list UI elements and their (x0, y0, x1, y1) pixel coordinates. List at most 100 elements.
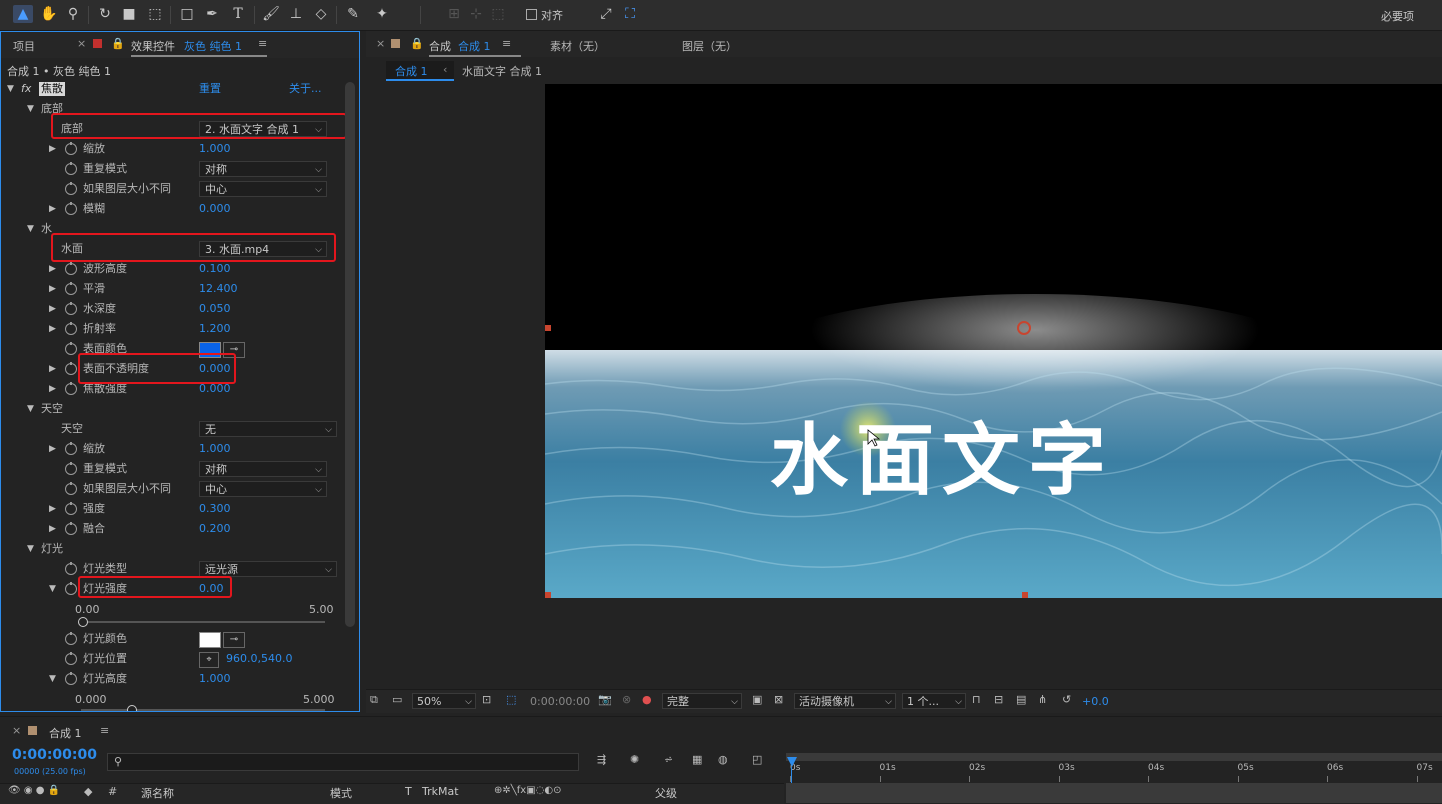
zoom-dropdown[interactable]: 50% ⌵ (412, 693, 476, 709)
refraction-value[interactable]: 1.200 (199, 319, 231, 339)
quality-dropdown[interactable]: 完整 ⌵ (662, 693, 742, 709)
pen-tool-icon[interactable]: ✒ (203, 5, 221, 23)
col-source-name[interactable]: 源名称 (141, 785, 174, 801)
stopwatch-icon[interactable] (65, 632, 77, 645)
effect-name[interactable]: 焦散 (39, 82, 65, 96)
stopwatch-icon[interactable] (65, 362, 77, 375)
tab-layer[interactable]: 图层（无） (682, 38, 737, 54)
slider-thumb[interactable] (127, 705, 137, 711)
reset-exposure-icon[interactable]: ⊟ (994, 693, 1003, 706)
rotate-tool-icon[interactable]: ↻ (96, 5, 114, 23)
zoom-tool-icon[interactable]: ⚲ (64, 5, 82, 23)
axis-world-icon[interactable]: ⊹ (467, 5, 485, 23)
slider-thumb[interactable] (78, 617, 88, 627)
group-light[interactable]: ▼ 灯光 (1, 539, 341, 559)
roto-brush-tool-icon[interactable]: ✎ (344, 5, 362, 23)
crumb-sub[interactable]: 水面文字 合成 1 (462, 63, 542, 79)
shy-icon[interactable]: ⩫ (664, 753, 673, 766)
text-tool-icon[interactable]: T (229, 5, 247, 23)
anchor-point-icon[interactable] (1017, 321, 1031, 335)
depth-value[interactable]: 0.050 (199, 299, 231, 319)
layer-handle[interactable] (545, 325, 551, 331)
layer-handle[interactable] (545, 592, 551, 598)
stopwatch-icon[interactable] (65, 382, 77, 395)
tab-effect-layer[interactable]: 灰色 纯色 1 (184, 38, 242, 54)
close-icon[interactable]: × (376, 37, 385, 50)
time-ruler[interactable]: 0s 01s 02s 03s 04s 05s 06s 07s (786, 761, 1442, 783)
stopwatch-icon[interactable] (65, 302, 77, 315)
transparency-grid-icon[interactable]: ⬚ (506, 693, 516, 706)
fx-icon[interactable]: fx (21, 79, 31, 99)
stopwatch-icon[interactable] (65, 462, 77, 475)
group-sky[interactable]: ▼ 天空 (1, 399, 341, 419)
tab-project[interactable]: 项目 (13, 38, 35, 54)
toggle-mask-icon[interactable]: ⊠ (774, 693, 783, 706)
light-intensity-slider[interactable] (81, 621, 325, 623)
sky-repeat-dropdown[interactable]: 对称 ⌵ (199, 461, 327, 477)
snapshot-icon[interactable]: 📷 (598, 693, 612, 706)
close-icon[interactable]: × (77, 37, 86, 50)
layer-search-input[interactable]: ⚲ (107, 753, 579, 771)
views-dropdown[interactable]: 1 个... ⌵ (902, 693, 966, 709)
graph-editor-icon[interactable]: ◰ (752, 753, 762, 766)
sky-size-diff-dropdown[interactable]: 中心 ⌵ (199, 481, 327, 497)
stopwatch-icon[interactable] (65, 282, 77, 295)
stopwatch-icon[interactable] (65, 182, 77, 195)
comp-mini-flowchart-icon[interactable]: ⇶ (597, 753, 606, 766)
viewer-timecode[interactable]: 0:00:00:00 (530, 695, 590, 708)
exposure-icon[interactable]: ↺ (1062, 693, 1071, 706)
light-height-slider[interactable] (81, 709, 325, 711)
work-area-bar[interactable] (786, 753, 1442, 761)
about-link[interactable]: 关于... (289, 79, 322, 99)
camera-tool-icon[interactable]: ■ (120, 5, 138, 23)
stopwatch-icon[interactable] (65, 652, 77, 665)
col-t[interactable]: T (405, 785, 412, 798)
reset-link[interactable]: 重置 (199, 79, 221, 99)
blur-value[interactable]: 0.000 (199, 199, 231, 219)
lock-icon[interactable]: 🔒 (410, 37, 424, 50)
axis-local-icon[interactable]: ⊞ (445, 5, 463, 23)
stopwatch-icon[interactable] (65, 672, 77, 685)
toggle-pixel-icon[interactable]: ⊓ (972, 693, 981, 706)
snap-feature-icon[interactable]: ⛶ (621, 5, 639, 23)
tab-effect-controls[interactable]: 效果控件 (131, 38, 175, 54)
eraser-tool-icon[interactable]: ◇ (312, 5, 330, 23)
close-icon[interactable]: × (12, 724, 21, 737)
crosshair-icon[interactable]: ⌖ (199, 652, 219, 668)
stopwatch-icon[interactable] (65, 202, 77, 215)
scale-value[interactable]: 1.000 (199, 139, 231, 159)
col-parent[interactable]: 父级 (655, 785, 677, 801)
rectangle-tool-icon[interactable]: □ (178, 5, 196, 23)
comp-canvas[interactable]: 水面文字 (545, 84, 1442, 598)
pan-behind-tool-icon[interactable]: ⬚ (146, 5, 164, 23)
stopwatch-icon[interactable] (65, 482, 77, 495)
stopwatch-icon[interactable] (65, 502, 77, 515)
light-type-dropdown[interactable]: 远光源 ⌵ (199, 561, 337, 577)
light-color-swatch[interactable] (199, 632, 221, 648)
timeline-tab[interactable]: 合成 1 (49, 725, 82, 741)
crumb-comp[interactable]: 合成 1 (395, 63, 428, 79)
stopwatch-icon[interactable] (65, 262, 77, 275)
fast-preview-icon[interactable]: ▣ (752, 693, 762, 706)
panel-menu-icon[interactable]: ≡ (502, 37, 511, 50)
tab-comp-name[interactable]: 合成 1 (458, 38, 491, 54)
lock-icon[interactable]: 🔒 (111, 37, 125, 50)
stopwatch-icon[interactable] (65, 342, 77, 355)
region-of-interest-icon[interactable]: ⊡ (482, 693, 491, 706)
eyedropper-icon[interactable]: ⊸ (223, 632, 245, 648)
stopwatch-icon[interactable] (65, 162, 77, 175)
sky-scale-value[interactable]: 1.000 (199, 439, 231, 459)
snap-checkbox[interactable] (526, 9, 537, 20)
stopwatch-icon[interactable] (65, 522, 77, 535)
motion-blur-icon[interactable]: ◍ (718, 753, 728, 766)
selection-tool-icon[interactable]: ▲ (13, 5, 33, 23)
wave-height-value[interactable]: 0.100 (199, 259, 231, 279)
axis-view-icon[interactable]: ⬚ (489, 5, 507, 23)
camera-dropdown[interactable]: 活动摄像机 ⌵ (794, 693, 896, 709)
snap-option-icon[interactable]: ⤢ (597, 5, 615, 23)
panel-scrollbar[interactable] (345, 82, 355, 627)
blend-value[interactable]: 0.200 (199, 519, 231, 539)
tab-footage[interactable]: 素材（无） (550, 38, 605, 54)
col-trkmat[interactable]: TrkMat (422, 785, 459, 798)
intensity-value[interactable]: 0.300 (199, 499, 231, 519)
